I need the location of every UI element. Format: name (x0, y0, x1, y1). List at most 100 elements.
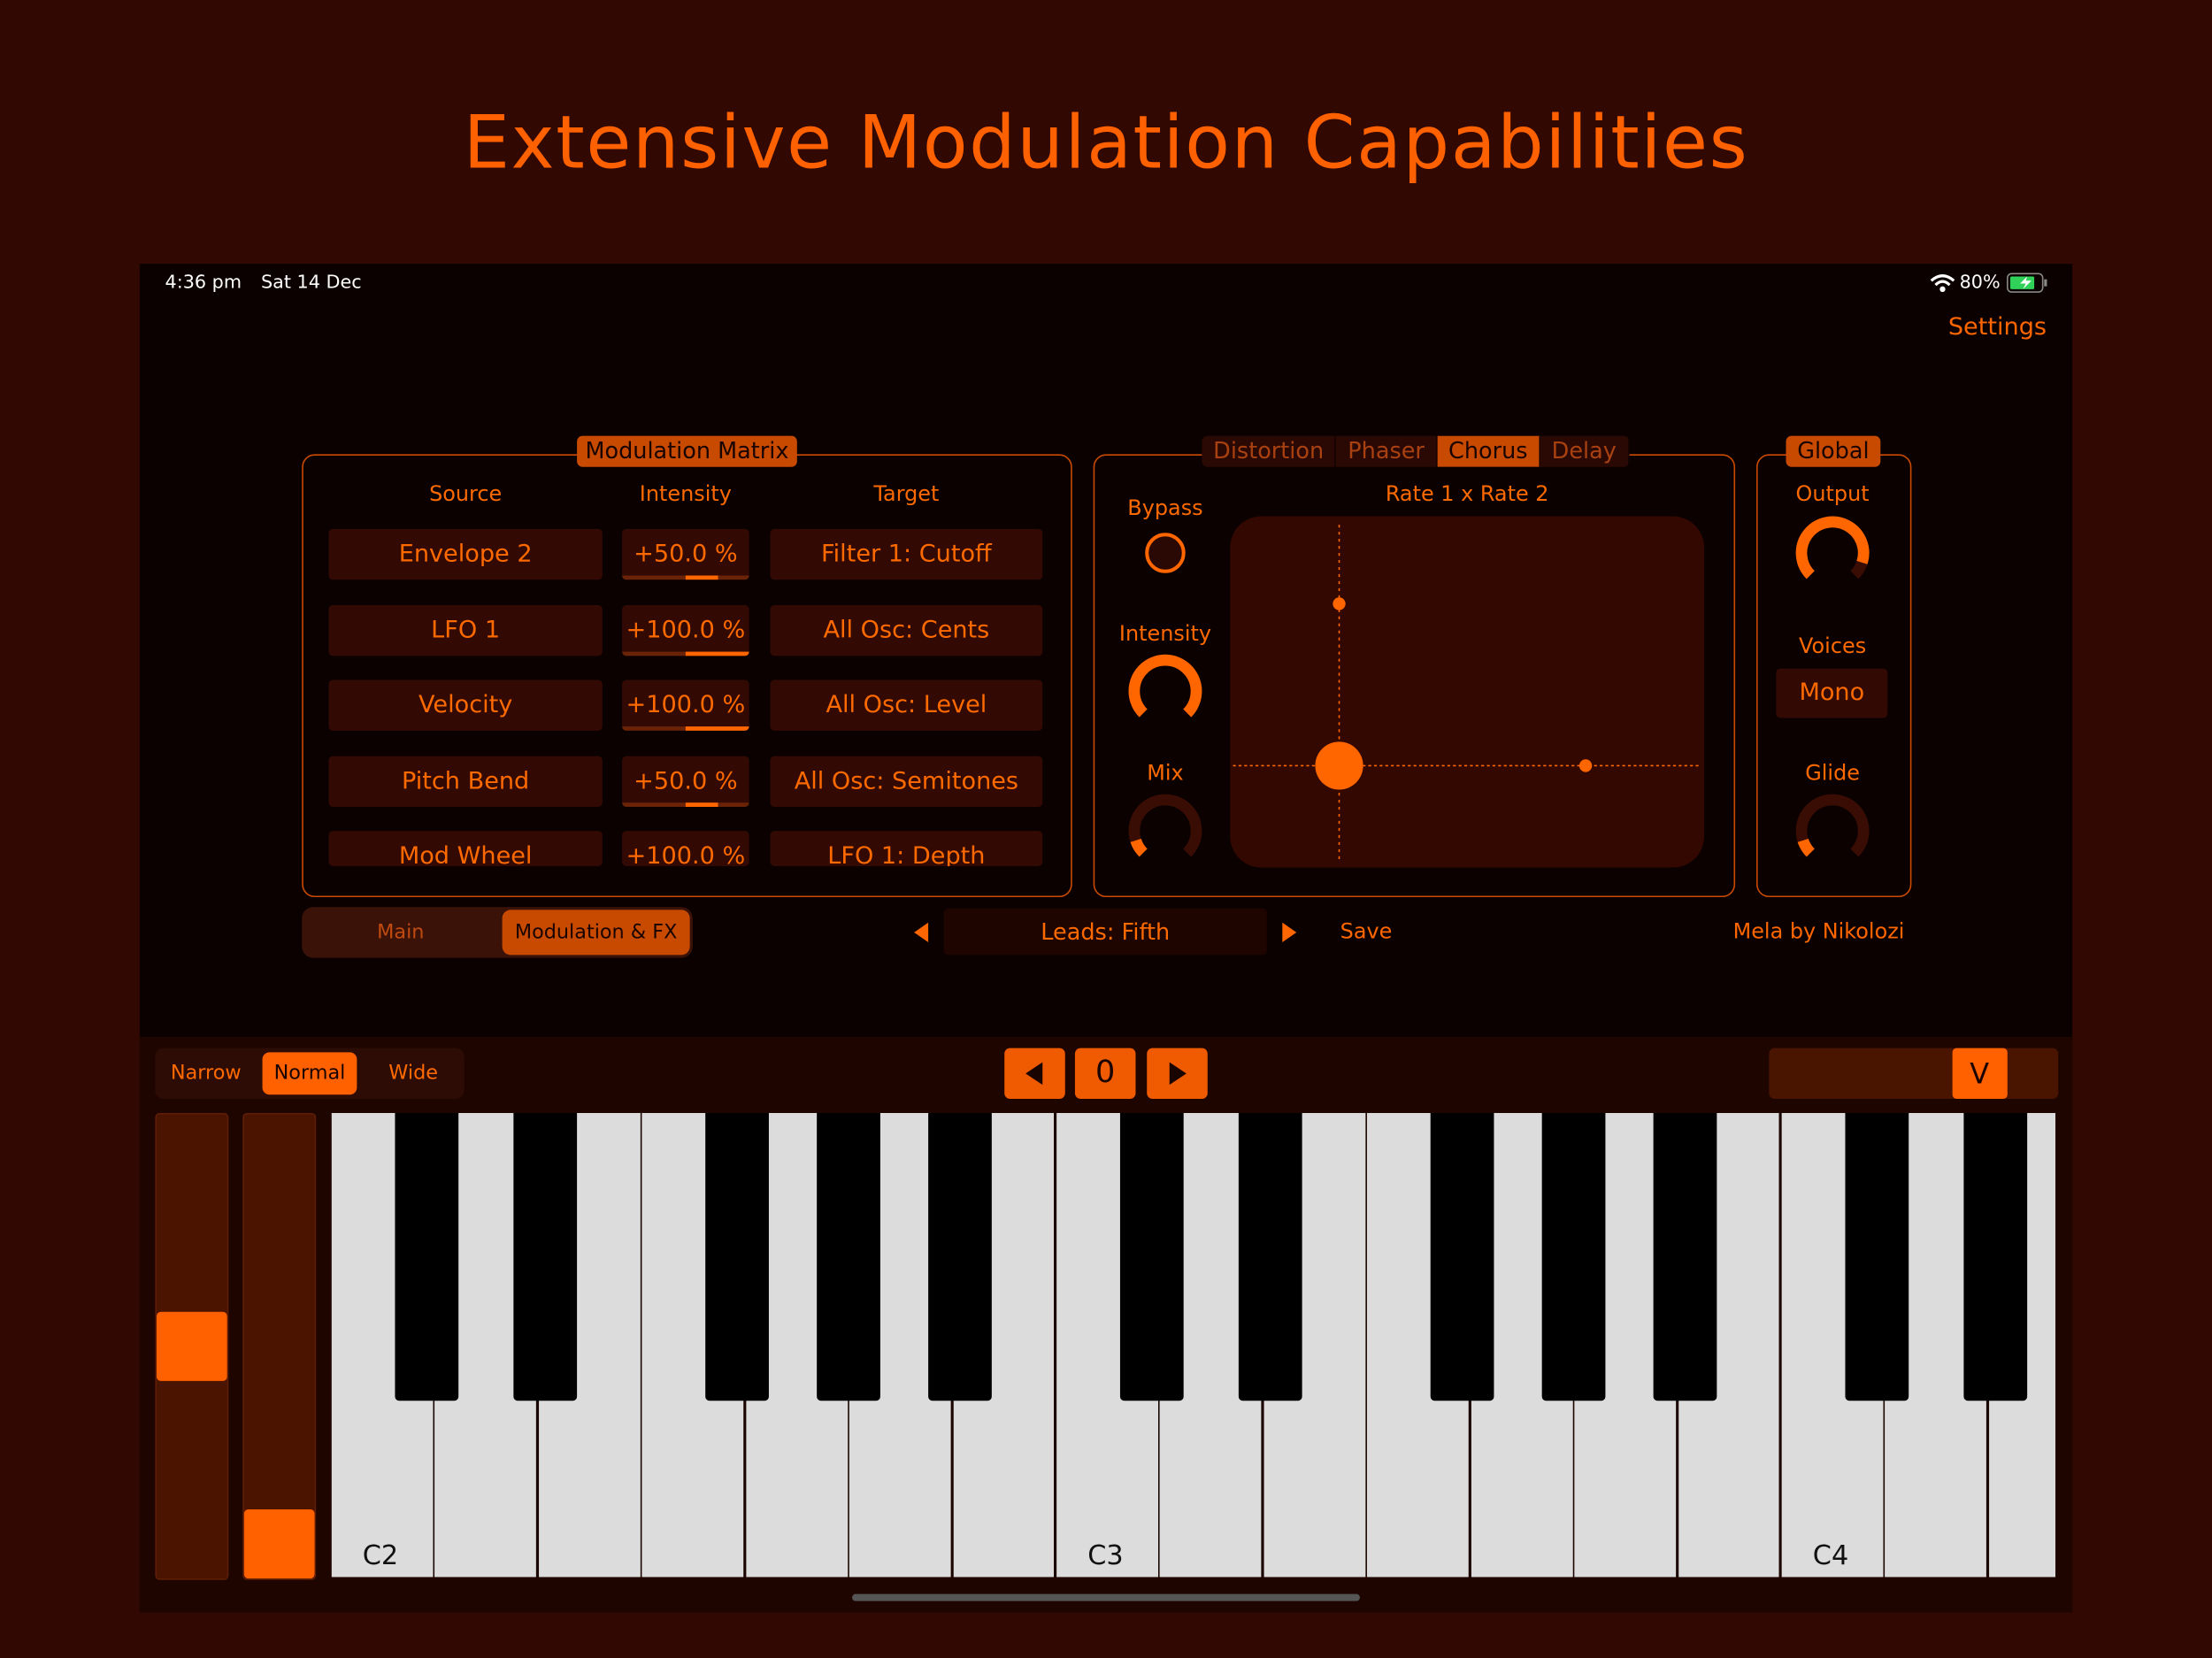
wifi-icon (1930, 274, 1955, 293)
octave-label: C2 (362, 1540, 399, 1572)
black-key[interactable] (513, 1112, 578, 1401)
intensity-bar-fill (685, 575, 718, 580)
black-key[interactable] (395, 1112, 459, 1401)
fx-tabs: Distortion Phaser Chorus Delay (1202, 435, 1630, 467)
voices-button[interactable]: Mono (1776, 668, 1888, 718)
target-button-label: All Osc: Cents (823, 615, 990, 644)
black-key[interactable] (1963, 1112, 2028, 1401)
intensity-bar-fill (685, 650, 749, 656)
intensity-slider-label: +100.0 % (626, 841, 746, 866)
velocity-slider-thumb[interactable]: V (1952, 1048, 2008, 1100)
black-key[interactable] (1430, 1112, 1494, 1401)
black-key[interactable] (705, 1112, 769, 1401)
intensity-slider-label: +50.0 % (634, 766, 738, 795)
source-button-label: LFO 1 (431, 615, 501, 644)
knob-value-arc (1130, 838, 1148, 857)
black-key[interactable] (1845, 1112, 1909, 1401)
intensity-slider-label: +100.0 % (626, 615, 746, 644)
black-key[interactable] (1119, 1112, 1184, 1401)
intensity-slider[interactable]: +50.0 % (622, 755, 749, 807)
mod-wheel[interactable] (242, 1112, 317, 1580)
source-button[interactable]: Velocity (328, 679, 603, 731)
bypass-toggle[interactable] (1142, 530, 1187, 575)
mod-wheel-thumb[interactable] (243, 1508, 315, 1579)
intensity-bar (622, 802, 749, 807)
black-key[interactable] (817, 1112, 880, 1401)
source-button[interactable]: Pitch Bend (328, 755, 603, 807)
preset-name[interactable]: Leads: Fifth (943, 908, 1267, 956)
octave-value[interactable]: 0 (1074, 1048, 1136, 1100)
fx-tab-delay[interactable]: Delay (1540, 435, 1630, 467)
arrow-right-icon (1169, 1062, 1187, 1086)
intensity-slider[interactable]: +100.0 % (622, 679, 749, 731)
black-key[interactable] (928, 1112, 992, 1401)
knob-value-arc (1797, 838, 1816, 857)
target-button-label: LFO 1: Depth (827, 841, 986, 866)
home-indicator[interactable] (852, 1593, 1360, 1601)
target-button[interactable]: All Osc: Cents (770, 604, 1043, 656)
target-button[interactable]: Filter 1: Cutoff (770, 528, 1043, 580)
piano-keyboard: C2 C3 C4 (331, 1112, 2056, 1577)
width-normal[interactable]: Normal (262, 1052, 357, 1095)
black-key[interactable] (1238, 1112, 1302, 1401)
target-button-label: Filter 1: Cutoff (821, 540, 992, 569)
octave-up-button[interactable] (1147, 1048, 1208, 1100)
output-label: Output (1795, 480, 1870, 507)
knob-value-arc (1128, 654, 1202, 718)
intensity-slider-label: +50.0 % (634, 540, 738, 569)
pad-handle[interactable] (1315, 741, 1363, 790)
xy-pad-title: Rate 1 x Rate 2 (1385, 480, 1549, 507)
credit-link[interactable]: Mela by Nikolozi (1623, 918, 1905, 944)
fx-tab-chorus[interactable]: Chorus (1437, 435, 1540, 467)
header-intensity: Intensity (639, 480, 732, 507)
target-button[interactable]: All Osc: Semitones (770, 755, 1043, 807)
next-preset-arrow-icon[interactable] (1281, 921, 1298, 944)
target-button[interactable]: All Osc: Level (770, 679, 1043, 731)
view-switcher: Main Modulation & FX (302, 907, 693, 958)
target-button[interactable]: LFO 1: Depth (770, 831, 1043, 866)
width-narrow[interactable]: Narrow (161, 1048, 251, 1099)
source-button[interactable]: Envelope 2 (328, 528, 603, 580)
octave-label: C3 (1087, 1540, 1124, 1572)
velocity-slider[interactable]: V (1769, 1048, 2059, 1100)
source-button[interactable]: LFO 1 (328, 604, 603, 656)
view-main-tab[interactable]: Main (302, 907, 499, 957)
intensity-bar-fill (685, 802, 718, 807)
status-time: 4:36 pm (165, 272, 242, 294)
pad-rate1-marker (1578, 759, 1593, 772)
output-knob[interactable] (1793, 513, 1871, 592)
octave-down-button[interactable] (1004, 1048, 1065, 1100)
prev-preset-arrow-icon[interactable] (913, 921, 930, 944)
pad-rate2-marker (1333, 597, 1346, 610)
black-key[interactable] (1541, 1112, 1606, 1401)
pitch-wheel[interactable] (155, 1112, 229, 1580)
xy-pad[interactable] (1230, 516, 1705, 868)
intensity-slider[interactable]: +100.0 % (622, 831, 749, 866)
mod-matrix-title: Modulation Matrix (577, 435, 797, 467)
mix-knob[interactable] (1125, 791, 1204, 870)
fx-tab-phaser[interactable]: Phaser (1337, 435, 1438, 467)
fx-tab-distortion[interactable]: Distortion (1202, 435, 1337, 467)
view-modfx-tab[interactable]: Modulation & FX (502, 910, 690, 956)
width-wide[interactable]: Wide (367, 1048, 460, 1099)
header-target: Target (873, 480, 940, 507)
source-button[interactable]: Mod Wheel (328, 831, 603, 866)
target-button-label: All Osc: Semitones (794, 766, 1019, 795)
intensity-label: Intensity (1118, 620, 1212, 647)
settings-button[interactable]: Settings (1948, 313, 2047, 342)
pitch-wheel-thumb[interactable] (156, 1311, 227, 1381)
save-button[interactable]: Save (1340, 918, 1393, 944)
source-button-label: Pitch Bend (402, 766, 530, 795)
intensity-knob[interactable] (1125, 652, 1204, 731)
source-button-label: Envelope 2 (398, 540, 533, 569)
status-date: Sat 14 Dec (260, 272, 362, 294)
glide-label: Glide (1805, 760, 1860, 787)
source-button-label: Mod Wheel (398, 841, 533, 866)
source-button-label: Velocity (418, 691, 513, 720)
battery-charging-icon (2007, 272, 2047, 293)
black-key[interactable] (1653, 1112, 1717, 1401)
intensity-slider[interactable]: +100.0 % (622, 604, 749, 656)
glide-knob[interactable] (1793, 791, 1871, 870)
arrow-left-icon (1025, 1062, 1043, 1086)
intensity-slider[interactable]: +50.0 % (622, 528, 749, 580)
